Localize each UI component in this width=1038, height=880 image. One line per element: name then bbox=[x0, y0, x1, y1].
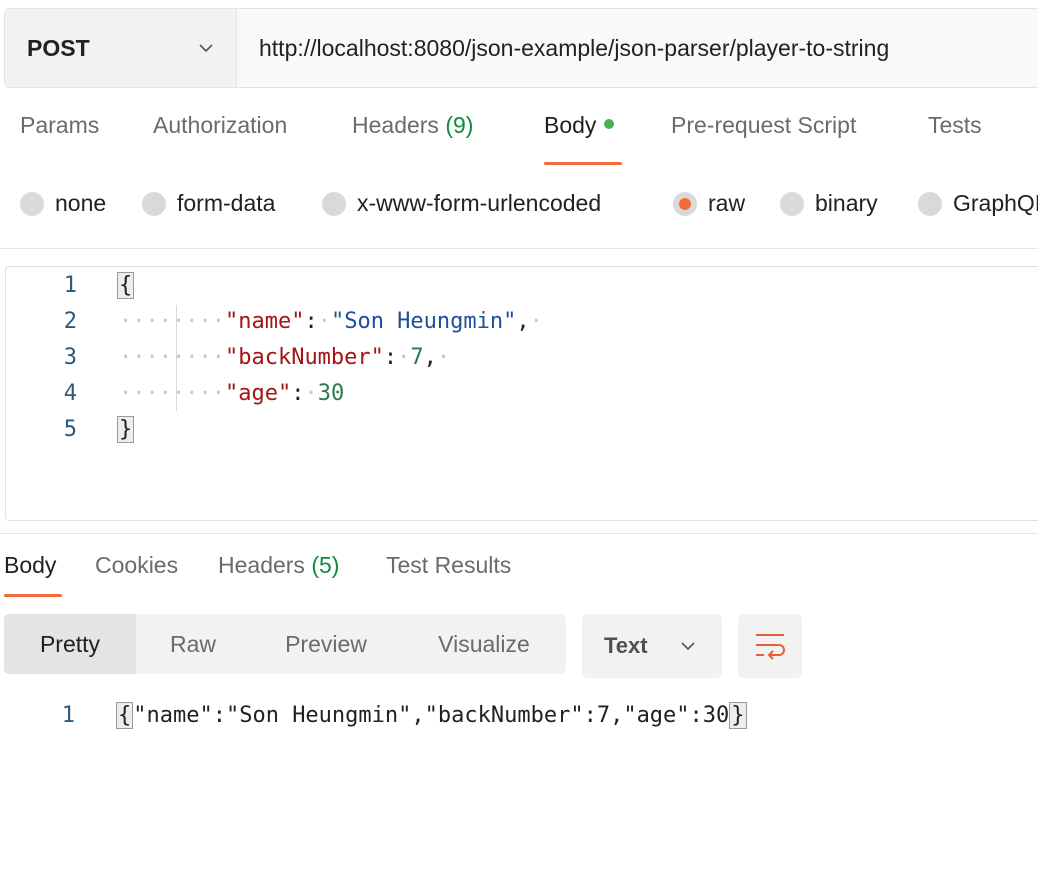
tab-pre-request-script[interactable]: Pre-request Script bbox=[671, 112, 856, 139]
headers-count: (5) bbox=[311, 552, 340, 578]
code-line: ········"backNumber":·7,· bbox=[119, 345, 450, 370]
radio-label: GraphQL bbox=[953, 190, 1038, 216]
tab-tests[interactable]: Tests bbox=[928, 112, 982, 139]
radio-circle bbox=[322, 191, 346, 216]
json-key: "age" bbox=[224, 381, 292, 406]
tab-label: Headers bbox=[218, 552, 305, 578]
colon: : bbox=[304, 309, 318, 334]
body-modified-dot bbox=[604, 118, 615, 129]
radio-x-www-form-urlencoded[interactable]: x-www-form-urlencoded bbox=[322, 190, 601, 217]
radio-label: x-www-form-urlencoded bbox=[357, 190, 602, 216]
code-line: { bbox=[117, 272, 135, 299]
radio-circle bbox=[142, 191, 166, 216]
json-value: 7 bbox=[410, 345, 424, 370]
active-tab-indicator bbox=[544, 162, 622, 165]
space-dot: · bbox=[397, 345, 411, 370]
mode-preview[interactable]: Preview bbox=[250, 614, 402, 674]
method-select[interactable]: POST bbox=[5, 9, 237, 87]
code-line: } bbox=[117, 416, 135, 443]
indent-dots: ········ bbox=[119, 345, 225, 370]
mode-pretty[interactable]: Pretty bbox=[4, 614, 136, 674]
json-key: "name" bbox=[224, 309, 305, 334]
comma: , bbox=[423, 345, 437, 370]
tab-label: Cookies bbox=[95, 552, 179, 578]
tab-label: Params bbox=[20, 112, 100, 138]
json-key: "backNumber" bbox=[224, 345, 384, 370]
radio-none[interactable]: none bbox=[20, 190, 106, 217]
space-dot: · bbox=[304, 381, 318, 406]
mode-raw[interactable]: Raw bbox=[136, 614, 250, 674]
radio-label: none bbox=[55, 190, 107, 216]
radio-circle bbox=[780, 191, 804, 216]
divider bbox=[0, 248, 1038, 249]
url-input[interactable]: http://localhost:8080/json-example/json-… bbox=[237, 9, 889, 87]
tab-label: Body bbox=[4, 552, 57, 578]
radio-raw[interactable]: raw bbox=[673, 190, 745, 217]
tab-label: Tests bbox=[928, 112, 982, 138]
json-value: "Son Heungmin" bbox=[330, 309, 517, 334]
radio-circle bbox=[918, 191, 942, 216]
close-brace: } bbox=[729, 702, 747, 729]
open-brace: { bbox=[116, 702, 134, 729]
comma: , bbox=[516, 309, 530, 334]
radio-binary[interactable]: binary bbox=[780, 190, 878, 217]
request-tabs: Params Authorization Headers (9) Body Pr… bbox=[0, 112, 1038, 170]
radio-label: binary bbox=[815, 190, 878, 216]
colon: : bbox=[291, 381, 305, 406]
tab-label: Body bbox=[544, 112, 597, 138]
tab-label: Pre-request Script bbox=[671, 112, 857, 138]
word-wrap-button[interactable] bbox=[738, 614, 802, 678]
tab-label: Test Results bbox=[386, 552, 512, 578]
json-value: 30 bbox=[317, 381, 345, 406]
indent-dots: ········ bbox=[119, 309, 225, 334]
response-format-select[interactable]: Text bbox=[582, 614, 722, 678]
indent-dots: ········ bbox=[119, 381, 225, 406]
space-dot: · bbox=[436, 345, 451, 370]
radio-circle-selected bbox=[673, 191, 697, 216]
word-wrap-icon bbox=[756, 634, 785, 660]
mode-visualize[interactable]: Visualize bbox=[402, 614, 566, 674]
line-number: 1 bbox=[61, 703, 75, 728]
space-dot: · bbox=[317, 309, 331, 334]
body-type-options: none form-data x-www-form-urlencoded raw… bbox=[0, 190, 1038, 230]
active-tab-indicator bbox=[4, 594, 62, 597]
radio-label: raw bbox=[708, 190, 746, 216]
response-body-line: {"name":"Son Heungmin","backNumber":7,"a… bbox=[116, 702, 747, 729]
tab-body[interactable]: Body bbox=[544, 112, 615, 139]
line-number: 4 bbox=[63, 381, 77, 406]
chevron-down-icon bbox=[199, 44, 213, 53]
tab-params[interactable]: Params bbox=[20, 112, 99, 139]
format-label: Text bbox=[604, 633, 648, 658]
response-tab-test-results[interactable]: Test Results bbox=[386, 552, 511, 579]
response-tab-headers[interactable]: Headers (5) bbox=[218, 552, 339, 579]
radio-graphql[interactable]: GraphQL bbox=[918, 190, 1038, 217]
chevron-down-icon bbox=[681, 642, 695, 651]
headers-count: (9) bbox=[445, 112, 474, 138]
line-number: 5 bbox=[63, 417, 77, 442]
tab-headers[interactable]: Headers (9) bbox=[352, 112, 473, 139]
code-line: ········"age":·30 bbox=[119, 381, 344, 406]
colon: : bbox=[383, 345, 398, 370]
line-number: 3 bbox=[63, 345, 77, 370]
line-number: 2 bbox=[63, 309, 77, 334]
response-content: "name":"Son Heungmin","backNumber":7,"ag… bbox=[133, 703, 730, 728]
radio-circle bbox=[20, 191, 44, 216]
method-label: POST bbox=[27, 34, 90, 61]
response-view-modes: Pretty Raw Preview Visualize bbox=[4, 614, 566, 674]
divider bbox=[0, 533, 1038, 534]
request-url-bar: POST http://localhost:8080/json-example/… bbox=[4, 8, 1038, 88]
space-dot: · bbox=[529, 309, 543, 334]
code-line: ········"name":·"Son Heungmin",· bbox=[119, 309, 543, 334]
response-tab-cookies[interactable]: Cookies bbox=[95, 552, 178, 579]
radio-form-data[interactable]: form-data bbox=[142, 190, 275, 217]
close-brace: } bbox=[117, 416, 135, 443]
response-tab-body[interactable]: Body bbox=[4, 552, 56, 579]
tab-authorization[interactable]: Authorization bbox=[153, 112, 287, 139]
radio-label: form-data bbox=[177, 190, 276, 216]
open-brace: { bbox=[117, 272, 135, 299]
response-tabs: Body Cookies Headers (5) Test Results bbox=[0, 552, 1038, 600]
tab-label: Authorization bbox=[153, 112, 288, 138]
tab-label: Headers bbox=[352, 112, 439, 138]
line-number: 1 bbox=[63, 273, 77, 298]
